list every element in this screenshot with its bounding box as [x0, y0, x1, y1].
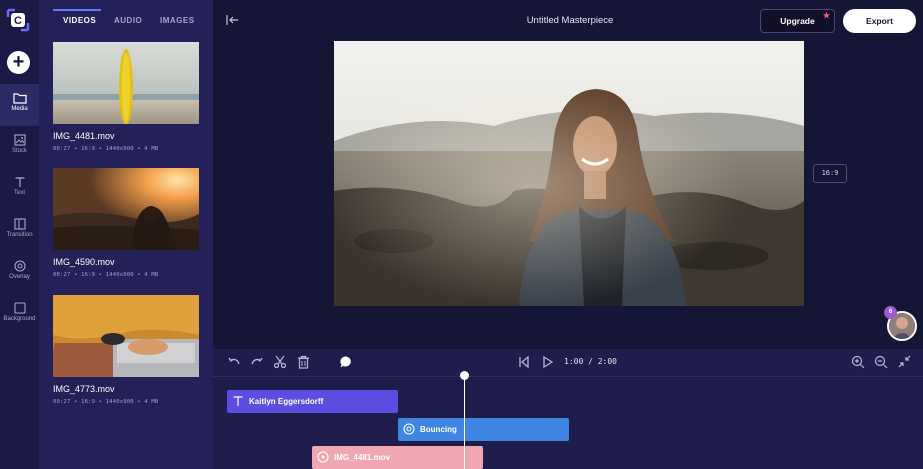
rail-item-overlay[interactable]: Overlay	[0, 252, 39, 294]
transition-icon	[403, 423, 415, 435]
video-preview-canvas[interactable]	[334, 41, 804, 306]
rail-label-stock: Stock	[11, 148, 27, 154]
tab-audio[interactable]: AUDIO	[114, 16, 142, 25]
fit-to-screen-icon[interactable]	[898, 355, 911, 373]
tab-videos[interactable]: VIDEOS	[63, 16, 96, 25]
video-editor-app: C + Media Stock Text Transition Overlay	[0, 0, 923, 469]
tab-images[interactable]: IMAGES	[160, 16, 195, 25]
timeline: 1:00 / 2:00 Kaitlyn Eggersdorff Bouncing…	[213, 349, 923, 469]
scissors-icon[interactable]	[273, 355, 287, 374]
media-thumbnail-laptop[interactable]	[53, 295, 199, 377]
overlay-icon	[13, 260, 26, 272]
timeline-clip-text[interactable]: Kaitlyn Eggersdorff	[227, 390, 398, 413]
rail-item-stock[interactable]: Stock	[0, 126, 39, 168]
play-icon[interactable]	[542, 355, 554, 374]
timecode: 1:00 / 2:00	[564, 357, 617, 366]
upgrade-button[interactable]: Upgrade ★	[760, 9, 835, 33]
text-icon	[15, 177, 24, 187]
comment-icon[interactable]	[339, 355, 353, 374]
media-thumbnail-sunset[interactable]	[53, 168, 199, 250]
rail-item-background[interactable]: Background	[0, 294, 39, 336]
media-meta: 00:27 • 16:9 • 1440x900 • 4 MB	[53, 272, 159, 278]
clip-label: Kaitlyn Eggersdorff	[249, 397, 324, 406]
media-card-img-4481[interactable]: IMG_4481.mov 00:27 • 16:9 • 1440x900 • 4…	[53, 42, 199, 152]
clip-label: IMG_4481.mov	[334, 453, 391, 462]
plus-icon: +	[12, 51, 25, 73]
redo-icon[interactable]	[250, 355, 264, 374]
media-panel: VIDEOS AUDIO IMAGES IMG_4481.mov 00:27 •…	[39, 0, 213, 469]
aspect-ratio-button[interactable]: 16:9	[813, 164, 847, 183]
playhead-handle[interactable]	[460, 371, 469, 380]
media-name: IMG_4481.mov	[53, 131, 115, 141]
clip-label: Bouncing	[420, 425, 457, 434]
rail-item-media[interactable]: Media	[0, 84, 39, 126]
collapse-panel-icon[interactable]	[226, 13, 239, 31]
media-meta: 00:27 • 16:9 • 1440x900 • 4 MB	[53, 146, 159, 152]
rail-item-text[interactable]: Text	[0, 168, 39, 210]
zoom-in-icon[interactable]	[851, 355, 865, 374]
active-tab-indicator	[53, 9, 101, 11]
clipchamp-logo-icon[interactable]: C	[6, 8, 30, 32]
media-tabs: VIDEOS AUDIO IMAGES	[39, 0, 213, 30]
text-icon	[233, 396, 243, 406]
add-media-button[interactable]: +	[7, 51, 30, 74]
rail-label-transition: Transition	[6, 232, 33, 238]
timeline-clip-transition[interactable]: Bouncing	[398, 418, 569, 441]
export-button[interactable]: Export	[843, 9, 916, 33]
rail-label-background: Background	[3, 316, 36, 322]
play-icon	[317, 451, 329, 463]
rail-label-media: Media	[11, 106, 28, 112]
undo-icon[interactable]	[227, 355, 241, 374]
media-thumbnail-surfboard[interactable]	[53, 42, 199, 124]
collaborator-count-badge: 6	[884, 306, 897, 319]
background-icon	[13, 302, 26, 314]
timeline-toolbar: 1:00 / 2:00	[213, 349, 923, 377]
media-meta: 00:27 • 16:9 • 1440x900 • 4 MB	[53, 399, 159, 405]
folder-icon	[12, 93, 27, 104]
zoom-out-icon[interactable]	[874, 355, 888, 374]
media-name: IMG_4773.mov	[53, 384, 115, 394]
rail-label-text: Text	[13, 190, 25, 196]
transition-icon	[13, 218, 26, 230]
media-card-img-4773[interactable]: IMG_4773.mov 00:27 • 16:9 • 1440x900 • 4…	[53, 295, 199, 405]
svg-text:C: C	[14, 15, 22, 27]
upgrade-label: Upgrade	[780, 16, 815, 26]
rail-item-transition[interactable]: Transition	[0, 210, 39, 252]
project-title[interactable]: Untitled Masterpiece	[480, 15, 660, 26]
skip-back-icon[interactable]	[518, 355, 530, 374]
media-card-img-4590[interactable]: IMG_4590.mov 00:27 • 16:9 • 1440x900 • 4…	[53, 168, 199, 278]
timeline-clip-video[interactable]: IMG_4481.mov	[312, 446, 483, 469]
trash-icon[interactable]	[297, 355, 310, 374]
playhead-line	[464, 376, 465, 469]
rail-label-overlay: Overlay	[9, 274, 30, 280]
media-name: IMG_4590.mov	[53, 257, 115, 267]
left-rail: C + Media Stock Text Transition Overlay	[0, 0, 39, 469]
image-icon	[13, 134, 26, 146]
star-icon: ★	[822, 11, 830, 20]
